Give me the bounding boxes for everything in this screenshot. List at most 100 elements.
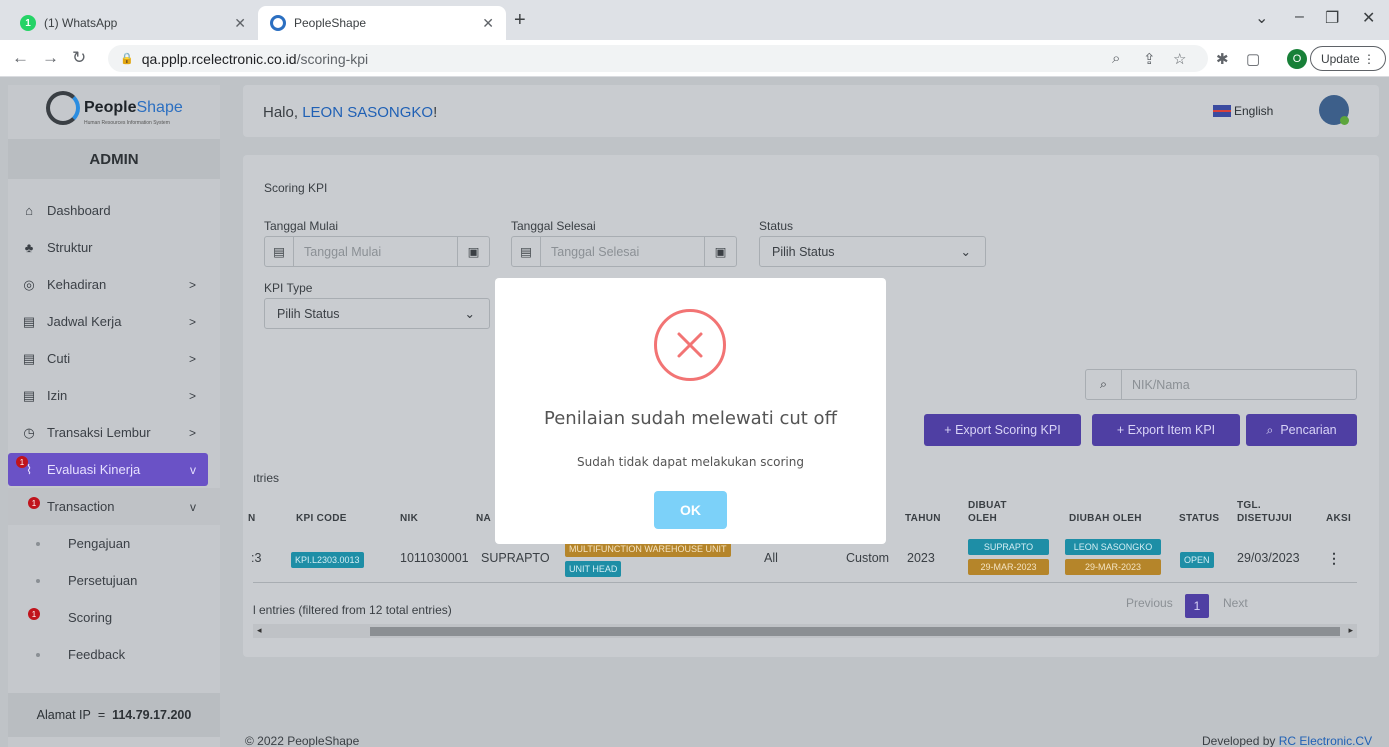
clock-icon: ◷ (23, 424, 35, 440)
sidebar-item-izin[interactable]: ▤ Izin > (8, 377, 220, 414)
sidebar-item-pengajuan[interactable]: Pengajuan (8, 525, 220, 562)
restore-icon[interactable]: ❐ (1325, 8, 1339, 28)
minimize-icon[interactable]: – (1295, 8, 1304, 26)
sidebar-item-kehadiran[interactable]: ◎ Kehadiran > (8, 266, 220, 303)
bookmark-star-icon[interactable]: ☆ (1173, 50, 1186, 68)
th-status[interactable]: STATUS (1179, 513, 1219, 524)
side-panel-icon[interactable]: ▢ (1246, 50, 1260, 68)
sidebar-item-label: Struktur (47, 240, 93, 255)
th-disetujui[interactable]: DISETUJUI (1237, 513, 1292, 524)
sidebar-item-evaluasi-kinerja[interactable]: 1 ⌇ Evaluasi Kinerja v (8, 453, 208, 486)
update-label: Update (1320, 51, 1360, 66)
export-item-kpi-button[interactable]: + Export Item KPI (1092, 414, 1240, 446)
calendar-picker-icon[interactable]: ▣ (457, 237, 489, 266)
pagination-next[interactable]: Next (1223, 596, 1248, 610)
footer-developed: Developed by RC Electronic.CV (1202, 734, 1372, 747)
th-nama[interactable]: NA (476, 513, 491, 524)
sidebar-item-struktur[interactable]: ♣ Struktur (8, 229, 220, 266)
tab-peopleshape[interactable]: PeopleShape ✕ (258, 6, 506, 40)
kpi-type-label: KPI Type (264, 281, 313, 295)
sidebar-menu: ⌂ Dashboard ♣ Struktur ◎ Kehadiran > ▤ Jadwal… (8, 192, 220, 673)
th-diubah-oleh[interactable]: DIUBAH OLEH (1069, 513, 1142, 524)
page-title: Scoring KPI (264, 181, 328, 195)
header-card: Halo, LEON SASONGKO! English (243, 85, 1379, 137)
th-tahun[interactable]: TAHUN (905, 513, 941, 524)
sidebar-item-label: Jadwal Kerja (47, 314, 122, 329)
close-icon[interactable]: ✕ (482, 15, 494, 32)
pencarian-button[interactable]: ⌕ Pencarian (1246, 414, 1357, 446)
kpi-type-select[interactable]: Pilih Status ⌄ (264, 298, 490, 329)
th-aksi[interactable]: AKSI (1326, 513, 1351, 524)
scrollbar-thumb[interactable] (370, 627, 1340, 636)
reload-icon[interactable]: ↻ (72, 48, 86, 68)
entries-label: ıtries (253, 471, 280, 485)
ok-button[interactable]: OK (654, 491, 727, 529)
sidebar-item-jadwal-kerja[interactable]: ▤ Jadwal Kerja > (8, 303, 220, 340)
chevron-down-icon: ⌄ (464, 307, 475, 321)
zoom-icon[interactable]: ⌕ (1112, 50, 1120, 67)
chevron-right-icon: > (188, 425, 196, 440)
sidebar-item-feedback[interactable]: Feedback (8, 636, 220, 673)
pagination-previous[interactable]: Previous (1126, 596, 1173, 610)
export-scoring-kpi-button[interactable]: + Export Scoring KPI (924, 414, 1081, 446)
scroll-right-icon[interactable]: ▸ (1348, 625, 1353, 636)
chevron-right-icon: > (188, 314, 196, 329)
uk-flag-icon (1213, 105, 1231, 117)
tab-label: PeopleShape (294, 16, 367, 30)
sidebar-item-dashboard[interactable]: ⌂ Dashboard (8, 192, 220, 229)
calendar-icon: ▤ (520, 245, 532, 259)
sidebar-item-transaksi-lembur[interactable]: ◷ Transaksi Lembur > (8, 414, 220, 451)
search-input[interactable]: ⌕ NIK/Nama (1085, 369, 1357, 400)
user-avatar[interactable] (1319, 95, 1349, 125)
update-button[interactable]: Update ⋮ (1310, 46, 1386, 71)
th-oleh[interactable]: OLEH (968, 513, 997, 524)
url-field[interactable]: 🔒 qa.pplp.rcelectronic.co.id/scoring-kpi (108, 45, 1208, 72)
sidebar-item-scoring[interactable]: 1 Scoring (8, 599, 220, 636)
status-value: Pilih Status (772, 244, 835, 259)
language-selector[interactable]: English (1213, 104, 1273, 118)
share-icon[interactable]: ⇪ (1143, 50, 1156, 68)
status-select[interactable]: Pilih Status ⌄ (759, 236, 986, 267)
forward-icon[interactable]: → (42, 48, 59, 68)
scroll-left-icon[interactable]: ◂ (257, 625, 262, 636)
calendar-picker-icon[interactable]: ▣ (704, 237, 736, 266)
tanggal-selesai-placeholder: Tanggal Selesai (540, 237, 704, 266)
profile-avatar[interactable]: O (1287, 49, 1307, 69)
logo-word-a: People (84, 99, 137, 116)
sidebar-item-transaction[interactable]: 1 Transaction v (8, 488, 220, 525)
th-tgl[interactable]: TGL. (1237, 500, 1261, 511)
org-chart-icon: ♣ (24, 240, 34, 255)
tab-whatsapp[interactable]: 1 (1) WhatsApp ✕ (8, 6, 258, 40)
footer-developer-link[interactable]: RC Electronic.CV (1279, 734, 1372, 747)
pagination-page-1[interactable]: 1 (1185, 594, 1209, 618)
tanggal-mulai-field[interactable]: ▤ Tanggal Mulai ▣ (264, 236, 490, 267)
tab-search-icon[interactable]: ⌄ (1255, 8, 1268, 28)
th-kpi-code[interactable]: KPI CODE (296, 513, 347, 524)
back-icon[interactable]: ← (12, 48, 29, 68)
tanggal-selesai-field[interactable]: ▤ Tanggal Selesai ▣ (511, 236, 737, 267)
app-logo[interactable]: PeopleShape Human Resources Information … (46, 91, 183, 126)
sidebar-item-label: Pengajuan (68, 536, 131, 551)
logo-ring-icon (46, 91, 80, 125)
greeting: Halo, LEON SASONGKO! (263, 104, 437, 121)
sidebar-item-cuti[interactable]: ▤ Cuti > (8, 340, 220, 377)
sidebar: PeopleShape Human Resources Information … (8, 85, 220, 747)
horizontal-scrollbar[interactable]: ◂ ▸ (253, 624, 1357, 638)
row-action-menu-icon[interactable]: ⋮ (1327, 550, 1341, 567)
whatsapp-favicon-icon: 1 (20, 15, 36, 31)
tab-label: (1) WhatsApp (44, 16, 118, 30)
th-nik[interactable]: NIK (400, 513, 418, 524)
sidebar-item-label: Evaluasi Kinerja (47, 462, 141, 477)
window-close-icon[interactable]: ✕ (1362, 8, 1375, 28)
th-no[interactable]: N (248, 513, 256, 524)
extensions-icon[interactable]: ✱ (1216, 50, 1229, 68)
th-dibuat[interactable]: DIBUAT (968, 500, 1007, 511)
sidebar-item-persetujuan[interactable]: Persetujuan (8, 562, 220, 599)
new-tab-button[interactable]: + (514, 9, 526, 32)
cell-tgl-disetujui: 29/03/2023 (1237, 551, 1300, 565)
logo-word-b: Shape (136, 99, 183, 116)
cell-type: Custom (846, 551, 890, 565)
cell-scope: All (764, 551, 778, 565)
entries-info: l entries (filtered from 12 total entrie… (253, 603, 452, 617)
close-icon[interactable]: ✕ (234, 15, 246, 32)
